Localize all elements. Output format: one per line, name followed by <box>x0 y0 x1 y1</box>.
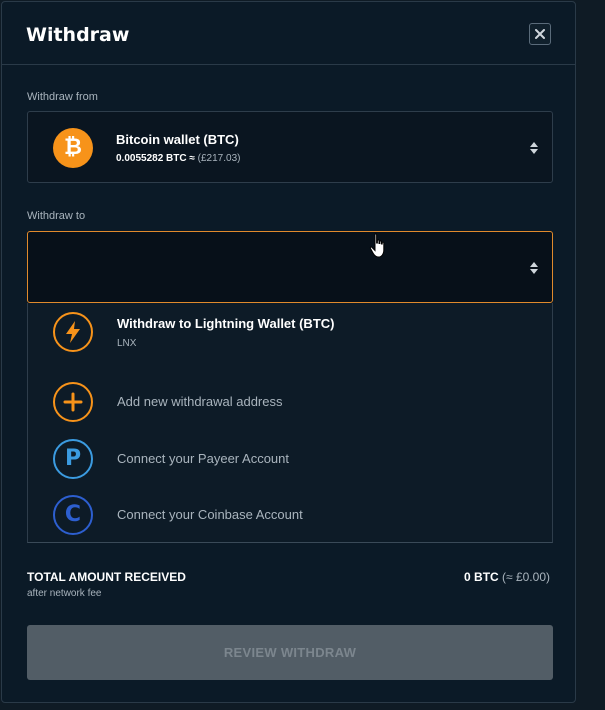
total-amount-btc: 0 BTC <box>464 570 499 584</box>
withdraw-to-label: Withdraw to <box>27 210 86 222</box>
payeer-glyph: P <box>64 446 82 471</box>
option-add-address[interactable]: Add new withdrawal address <box>28 369 552 435</box>
option-lightning-wallet[interactable]: Withdraw to Lightning Wallet (BTC) LNX <box>28 303 552 369</box>
wallet-name: Bitcoin wallet (BTC) <box>116 132 239 147</box>
total-amount-value: 0 BTC (≈ £0.00) <box>464 570 550 584</box>
wallet-balance-btc: 0.0055282 BTC ≈ <box>116 153 195 164</box>
modal-header: Withdraw <box>2 2 575 65</box>
payeer-icon: P <box>53 439 93 479</box>
option-label: Connect your Coinbase Account <box>117 507 303 522</box>
close-button[interactable] <box>529 23 551 45</box>
coinbase-glyph: C <box>64 502 82 527</box>
option-payeer[interactable]: P Connect your Payeer Account <box>28 435 552 491</box>
total-amount-fiat: (≈ £0.00) <box>502 570 550 584</box>
wallet-balance: 0.0055282 BTC ≈ (£217.03) <box>116 153 240 164</box>
sort-icon <box>530 142 538 154</box>
withdraw-from-label: Withdraw from <box>27 91 98 103</box>
lightning-icon <box>53 312 93 352</box>
modal-title: Withdraw <box>26 24 130 46</box>
plus-icon <box>53 382 93 422</box>
total-amount-label: TOTAL AMOUNT RECEIVED <box>27 570 186 584</box>
bitcoin-glyph: ₿ <box>64 135 82 160</box>
option-label: Withdraw to Lightning Wallet (BTC) <box>117 316 335 331</box>
option-coinbase[interactable]: C Connect your Coinbase Account <box>28 491 552 543</box>
wallet-balance-fiat: (£217.03) <box>197 153 241 164</box>
withdraw-from-select[interactable]: ₿ Bitcoin wallet (BTC) 0.0055282 BTC ≈ (… <box>27 111 553 183</box>
withdraw-to-select[interactable] <box>27 231 553 303</box>
option-sublabel: LNX <box>117 338 137 349</box>
withdraw-to-dropdown: Withdraw to Lightning Wallet (BTC) LNX A… <box>27 303 553 543</box>
bitcoin-icon: ₿ <box>53 128 93 168</box>
close-icon <box>535 29 545 39</box>
coinbase-icon: C <box>53 495 93 535</box>
option-label: Add new withdrawal address <box>117 394 283 409</box>
review-withdraw-button[interactable]: REVIEW WITHDRAW <box>27 625 553 680</box>
withdraw-modal: Withdraw Withdraw from ₿ Bitcoin wallet … <box>1 1 576 703</box>
total-amount-sublabel: after network fee <box>27 588 102 599</box>
option-label: Connect your Payeer Account <box>117 451 289 466</box>
sort-icon <box>530 262 538 274</box>
